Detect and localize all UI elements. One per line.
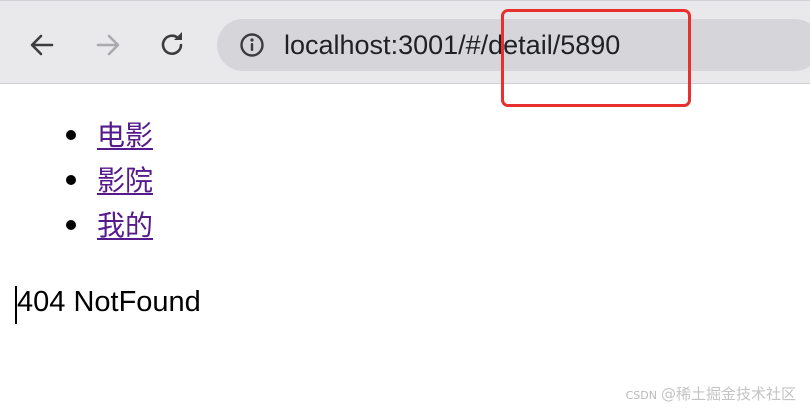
red-highlight-annotation [501, 9, 691, 107]
nav-item-movies: 电影 [0, 114, 153, 159]
back-button[interactable] [22, 25, 62, 65]
nav-link-cinemas[interactable]: 影院 [97, 164, 153, 197]
arrow-right-icon [96, 34, 120, 56]
bullet-icon [66, 175, 76, 185]
nav-item-mine: 我的 [0, 204, 153, 249]
watermark-text: @稀土掘金技术社区 [660, 385, 796, 403]
info-circle-icon[interactable] [239, 32, 265, 58]
not-found-message: 404 NotFound [17, 286, 201, 318]
reload-icon [161, 32, 183, 55]
watermark-source: CSDN [625, 389, 657, 402]
arrow-left-icon [30, 34, 54, 56]
nav-menu: 电影 影院 我的 [0, 114, 153, 249]
browser-window: localhost:3001/#/detail/5890 电影 影院 我的 40… [0, 0, 810, 412]
nav-link-mine[interactable]: 我的 [97, 209, 153, 242]
nav-item-cinemas: 影院 [0, 159, 153, 204]
bullet-icon [66, 130, 76, 140]
watermark: CSDN @稀土掘金技术社区 [626, 383, 796, 404]
reload-button[interactable] [152, 25, 192, 65]
nav-link-movies[interactable]: 电影 [97, 119, 153, 152]
forward-button[interactable] [88, 25, 128, 65]
bullet-icon [66, 220, 76, 230]
